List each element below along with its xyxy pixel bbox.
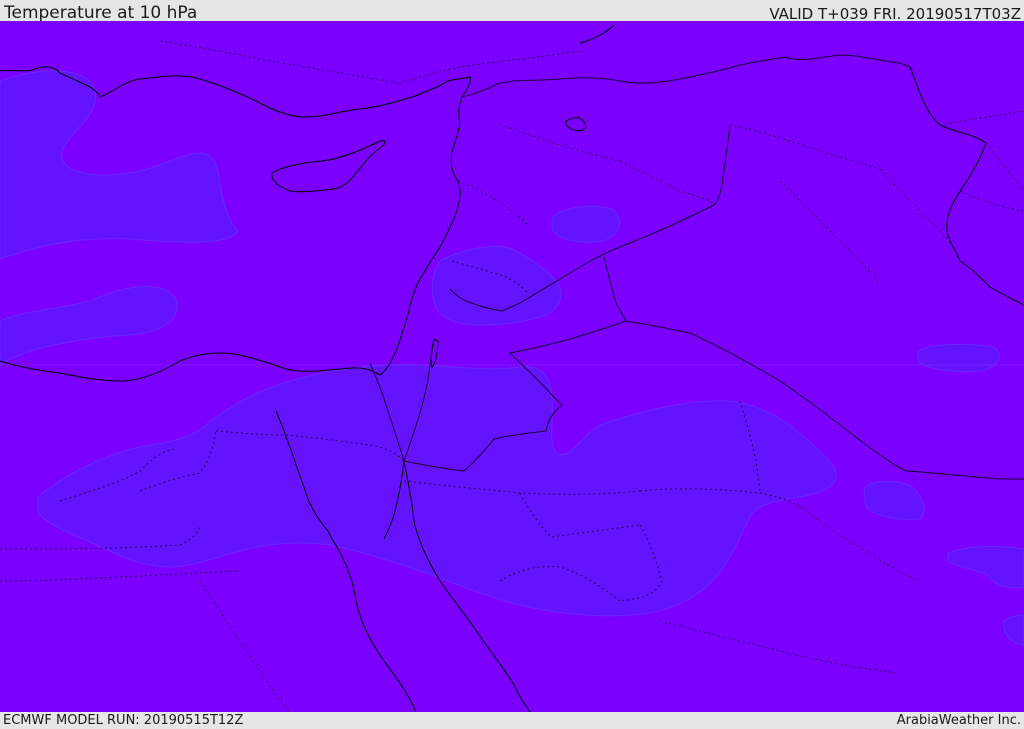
model-run-label: ECMWF MODEL RUN: 20190515T12Z [3,713,244,728]
map-title: Temperature at 10 hPa [4,3,198,23]
band-east-small [917,343,1000,372]
band-iraq-small [551,205,620,243]
footer-bar: ECMWF MODEL RUN: 20190515T12Z ArabiaWeat… [0,712,1024,729]
map-canvas [0,21,1024,712]
header-bar: Temperature at 10 hPa VALID T+039 FRI. 2… [0,0,1024,23]
temperature-map[interactable] [0,21,1024,712]
map-background [0,21,1024,712]
weather-map-page: Temperature at 10 hPa VALID T+039 FRI. 2… [0,0,1024,729]
credit-label: ArabiaWeather Inc. [896,713,1021,728]
